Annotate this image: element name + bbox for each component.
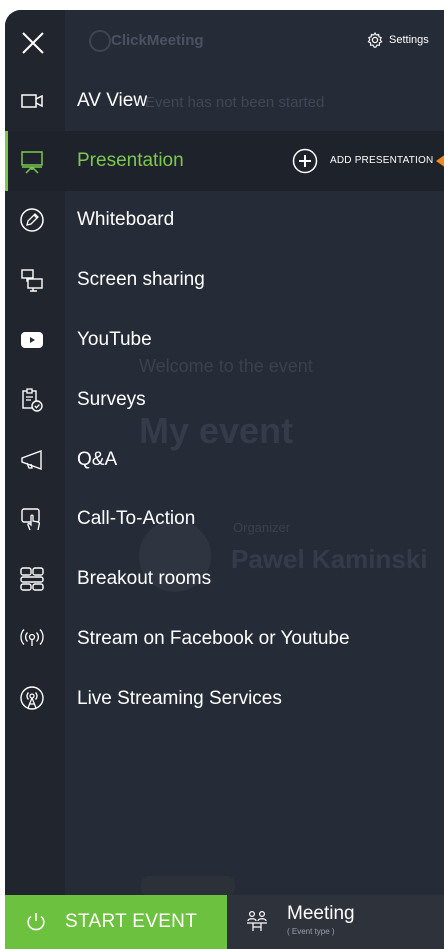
event-type-name: Meeting <box>287 903 355 924</box>
menu-label-av-view: AV View <box>77 89 148 111</box>
screen-share-icon <box>19 267 45 293</box>
menu-label-surveys: Surveys <box>77 388 146 410</box>
camera-icon <box>19 88 45 114</box>
breakout-icon <box>19 566 45 592</box>
room-chip <box>141 876 235 896</box>
menu-label-whiteboard: Whiteboard <box>77 209 175 231</box>
menu-label-breakout-rooms: Breakout rooms <box>77 568 212 590</box>
start-event-button[interactable]: START EVENT <box>5 895 227 949</box>
menu-label-live-streaming: Live Streaming Services <box>77 687 282 709</box>
presentation-icon <box>19 148 45 174</box>
menu-item-screen-sharing[interactable]: Screen sharing <box>5 250 444 310</box>
settings-button[interactable]: Settings <box>367 32 429 48</box>
close-button[interactable] <box>20 30 46 56</box>
feature-menu: AV View Presentation ADD PRESENTATION Wh… <box>5 71 444 729</box>
menu-item-qa[interactable]: Q&A <box>5 430 444 490</box>
menu-item-av-view[interactable]: AV View <box>5 71 444 131</box>
logo-mark-icon <box>89 30 111 52</box>
power-icon <box>27 913 45 931</box>
megaphone-icon <box>19 447 45 473</box>
pencil-icon <box>19 207 45 233</box>
plus-circle-icon <box>292 148 318 173</box>
add-presentation-button[interactable]: ADD PRESENTATION <box>292 148 433 174</box>
menu-label-stream-facebook-youtube: Stream on Facebook or Youtube <box>77 628 350 650</box>
menu-item-live-streaming[interactable]: Live Streaming Services <box>5 669 444 729</box>
menu-item-presentation[interactable]: Presentation ADD PRESENTATION <box>5 130 444 191</box>
start-event-label: START EVENT <box>65 911 198 932</box>
menu-panel: ClickMeeting Event has not been started … <box>5 10 444 949</box>
close-icon <box>22 32 44 54</box>
event-type-caption: ( Event type ) <box>287 927 335 936</box>
survey-icon <box>19 387 45 413</box>
menu-label-screen-sharing: Screen sharing <box>77 269 205 291</box>
broadcast-icon <box>19 686 45 712</box>
add-presentation-label: ADD PRESENTATION <box>330 155 434 167</box>
menu-item-breakout-rooms[interactable]: Breakout rooms <box>5 549 444 609</box>
touch-icon <box>19 506 45 532</box>
bottom-bar: START EVENT Meeting ( Event type ) <box>5 895 444 949</box>
menu-item-call-to-action[interactable]: Call-To-Action <box>5 490 444 550</box>
menu-label-presentation: Presentation <box>77 149 184 171</box>
youtube-icon <box>19 327 45 353</box>
menu-item-surveys[interactable]: Surveys <box>5 370 444 430</box>
pointer-arrow-icon <box>436 153 444 168</box>
menu-item-stream-facebook-youtube[interactable]: Stream on Facebook or Youtube <box>5 609 444 669</box>
menu-item-youtube[interactable]: YouTube <box>5 310 444 370</box>
room-logo: ClickMeeting <box>111 32 204 49</box>
settings-label: Settings <box>389 34 429 46</box>
menu-label-youtube: YouTube <box>77 329 152 351</box>
event-type-selector[interactable]: Meeting ( Event type ) <box>245 895 444 949</box>
gear-icon <box>367 32 383 48</box>
menu-item-whiteboard[interactable]: Whiteboard <box>5 191 444 251</box>
meeting-people-icon <box>247 910 267 931</box>
menu-label-call-to-action: Call-To-Action <box>77 508 196 530</box>
menu-label-qa: Q&A <box>77 448 118 470</box>
stream-icon <box>19 626 45 652</box>
